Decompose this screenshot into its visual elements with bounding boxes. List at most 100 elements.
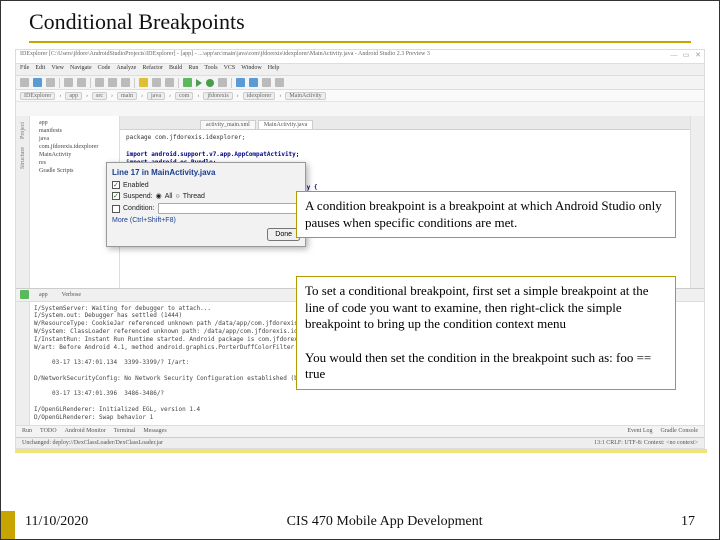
sync-icon[interactable] <box>46 78 55 87</box>
footer-page: 17 <box>681 514 695 530</box>
tree-node[interactable]: res <box>33 159 116 167</box>
help-icon[interactable] <box>275 78 284 87</box>
enabled-checkbox[interactable] <box>112 181 120 189</box>
menu-edit[interactable]: Edit <box>35 65 45 74</box>
ide-window-title: IDExplorer [C:\Users\jfdore\AndroidStudi… <box>20 51 430 57</box>
copy-icon[interactable] <box>108 78 117 87</box>
tab-layout-xml[interactable]: activity_main.xml <box>200 120 256 129</box>
minimize-icon[interactable]: — <box>670 51 678 59</box>
run-icon[interactable] <box>196 79 202 87</box>
menu-view[interactable]: View <box>51 65 64 74</box>
tree-node[interactable]: java <box>33 135 116 143</box>
tab-gradle-console[interactable]: Gradle Console <box>661 428 699 434</box>
condition-input[interactable] <box>158 203 300 214</box>
decorative-strip <box>15 449 707 453</box>
tree-node[interactable]: MainActivity <box>33 151 116 159</box>
logcat-app-dropdown[interactable]: app <box>35 292 52 298</box>
menu-build[interactable]: Build <box>169 65 182 74</box>
tab-event-log[interactable]: Event Log <box>627 428 652 434</box>
suspend-thread-radio[interactable]: ○ <box>175 193 179 200</box>
crumb[interactable]: jfdorexis <box>203 92 232 100</box>
callout-text: A condition breakpoint is a breakpoint a… <box>305 198 662 230</box>
redo-icon[interactable] <box>77 78 86 87</box>
slide-title: Conditional Breakpoints <box>29 9 691 39</box>
rail-project[interactable]: Project <box>20 122 26 139</box>
cut-icon[interactable] <box>95 78 104 87</box>
status-left: Unchanged: deploy://DexClassLoader/DexCl… <box>22 440 163 446</box>
callout-text: You would then set the condition in the … <box>305 350 651 382</box>
toolbar-sep <box>178 78 179 88</box>
logcat-icon <box>20 290 29 299</box>
tree-node[interactable]: Gradle Scripts <box>33 167 116 175</box>
logcat-level-dropdown[interactable]: Verbose <box>58 292 85 298</box>
suspend-label: Suspend: <box>123 193 153 200</box>
sdk-icon[interactable] <box>249 78 258 87</box>
menu-code[interactable]: Code <box>98 65 111 74</box>
paste-icon[interactable] <box>121 78 130 87</box>
save-icon[interactable] <box>33 78 42 87</box>
crumb[interactable]: java <box>147 92 165 100</box>
back-icon[interactable] <box>152 78 161 87</box>
log-line: 03-17 13:47:01.134 3399-3399/? I/art: <box>34 359 189 366</box>
suspend-all-radio[interactable]: ◉ <box>156 192 162 200</box>
tab-run[interactable]: Run <box>22 428 32 434</box>
logcat-rail <box>16 302 30 425</box>
menu-file[interactable]: File <box>20 65 29 74</box>
rail-structure[interactable]: Structure <box>20 147 26 169</box>
tree-node[interactable]: com.jfdorexis.idexplorer <box>33 143 116 151</box>
open-icon[interactable] <box>20 78 29 87</box>
log-line: I/System.out: Debugger has settled (1444… <box>34 312 182 319</box>
condition-checkbox[interactable] <box>112 205 120 213</box>
crumb[interactable]: IDExplorer <box>20 92 55 100</box>
suspend-checkbox[interactable] <box>112 192 120 200</box>
suspend-thread-label: Thread <box>183 193 205 200</box>
menu-help[interactable]: Help <box>268 65 280 74</box>
menu-run[interactable]: Run <box>188 65 198 74</box>
menu-analyze[interactable]: Analyze <box>116 65 136 74</box>
crumb[interactable]: MainActivity <box>285 92 325 100</box>
status-right: 13:1 CRLF: UTF-8: Context: <no context> <box>594 440 698 446</box>
stop-icon[interactable] <box>218 78 227 87</box>
close-icon[interactable]: ✕ <box>694 51 702 59</box>
avd-icon[interactable] <box>236 78 245 87</box>
ide-toolbar <box>16 76 704 90</box>
slide-footer: 11/10/2020 CIS 470 Mobile App Developmen… <box>1 505 719 539</box>
tab-terminal[interactable]: Terminal <box>114 428 136 434</box>
tab-todo[interactable]: TODO <box>40 428 57 434</box>
menu-navigate[interactable]: Navigate <box>70 65 92 74</box>
condition-label: Condition: <box>123 205 155 212</box>
breakpoint-dialog[interactable]: Line 17 in MainActivity.java Enabled Sus… <box>106 162 306 247</box>
crumb[interactable]: com <box>175 92 193 100</box>
tab-mainactivity[interactable]: MainActivity.java <box>258 120 313 129</box>
menu-window[interactable]: Window <box>241 65 261 74</box>
crumb[interactable]: src <box>92 92 107 100</box>
find-icon[interactable] <box>139 78 148 87</box>
debug-icon[interactable] <box>206 79 214 87</box>
slide: Conditional Breakpoints IDExplorer [C:\U… <box>0 0 720 540</box>
settings-icon[interactable] <box>262 78 271 87</box>
footer-date: 11/10/2020 <box>25 514 88 530</box>
make-icon[interactable] <box>183 78 192 87</box>
tab-android-monitor[interactable]: Android Monitor <box>65 428 106 434</box>
maximize-icon[interactable]: ▭ <box>682 51 690 59</box>
more-link[interactable]: More (Ctrl+Shift+F8) <box>112 217 176 224</box>
enabled-label: Enabled <box>123 182 149 189</box>
tree-node[interactable]: app <box>33 119 116 127</box>
crumb[interactable]: app <box>65 92 82 100</box>
crumb[interactable]: idexplorer <box>243 92 276 100</box>
editor-tabs: activity_main.xml MainActivity.java <box>120 116 690 130</box>
menu-refactor[interactable]: Refactor <box>142 65 163 74</box>
dialog-title: Line 17 in MainActivity.java <box>112 168 300 177</box>
callout-definition: A condition breakpoint is a breakpoint a… <box>296 191 676 238</box>
footer-course: CIS 470 Mobile App Development <box>287 514 483 530</box>
tab-messages[interactable]: Messages <box>143 428 166 434</box>
log-line: D/OpenGLRenderer: Swap behavior 1 <box>34 414 153 421</box>
menu-vcs[interactable]: VCS <box>224 65 236 74</box>
toolbar-sep <box>90 78 91 88</box>
menu-tools[interactable]: Tools <box>204 65 217 74</box>
undo-icon[interactable] <box>64 78 73 87</box>
tree-node[interactable]: manifests <box>33 127 116 135</box>
forward-icon[interactable] <box>165 78 174 87</box>
crumb[interactable]: main <box>117 92 137 100</box>
bottom-tabs: Run TODO Android Monitor Terminal Messag… <box>16 425 704 438</box>
